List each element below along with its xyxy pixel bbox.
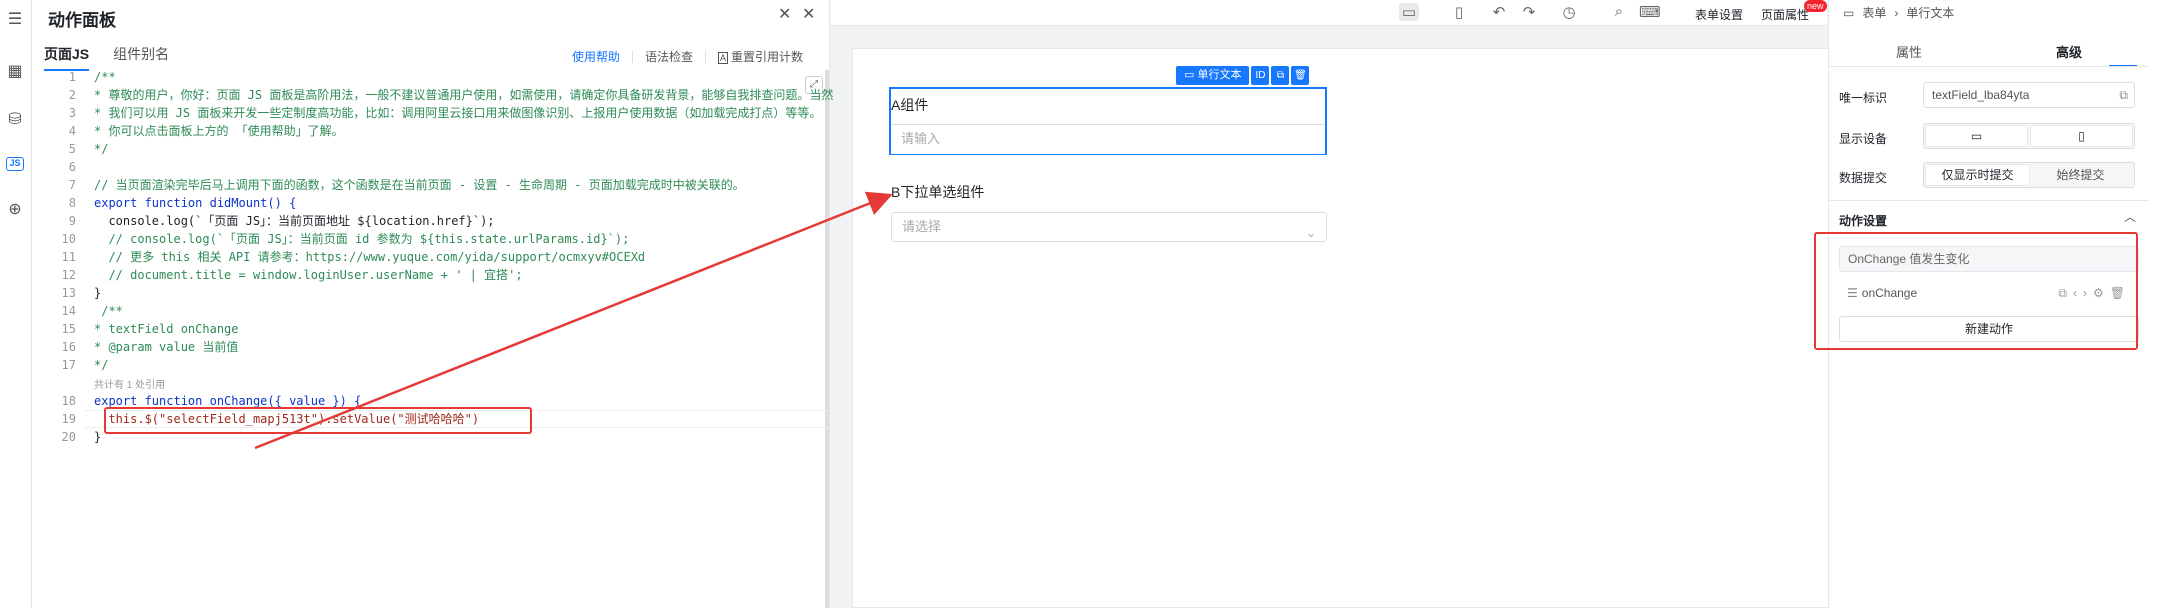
annotation-action-box: [1814, 232, 2138, 350]
code-line: 14 /**: [61, 304, 123, 318]
divider: [704, 50, 706, 63]
close-icon[interactable]: ✕: [802, 4, 815, 24]
code-editor[interactable]: 1/** 2 * 尊敬的用户，你好：页面 JS 面板是高阶用法，一般不建议普通用户…: [44, 68, 834, 608]
form-settings-button[interactable]: 表单设置: [1695, 6, 1743, 23]
field-a-input[interactable]: 请输入: [891, 124, 1325, 154]
display-device-toggle: ▭ ▯: [1923, 123, 2135, 149]
field-a-label: A组件: [891, 97, 929, 113]
desktop-icon[interactable]: ▭: [1399, 3, 1419, 21]
textfield-icon: ▭: [1184, 69, 1198, 81]
code-line: 15 * textField onChange: [61, 322, 239, 336]
chevron-right-icon: ›: [1894, 5, 1899, 20]
reset-ref-label: 重置引用计数: [730, 50, 803, 64]
code-line: 12 // document.title = window.loginUser.…: [61, 268, 523, 282]
unique-id-value: textField_lba84yta: [1932, 88, 2030, 102]
history-icon[interactable]: ◷: [1559, 3, 1579, 21]
undo-icon[interactable]: ↶: [1489, 3, 1509, 21]
top-toolbar: ▭ ▯ ↶ ↷ ◷ ⌕ ⌨ 表单设置 页面属性 new: [831, 0, 1827, 26]
left-icon-rail: ☰ ▦ ⛁ JS ⊕: [0, 0, 32, 608]
property-tabs: 属性 高级: [1829, 42, 2149, 67]
components-icon[interactable]: ▦: [5, 62, 25, 82]
code-line: 16 * @param value 当前值: [61, 340, 239, 354]
pin-icon[interactable]: ✕: [778, 4, 791, 24]
breadcrumb-item[interactable]: 表单: [1862, 4, 1886, 21]
search-icon[interactable]: ⌕: [1609, 3, 1629, 20]
chevron-up-icon[interactable]: ︿: [2124, 208, 2136, 225]
code-line: 2 * 尊敬的用户，你好：页面 JS 面板是高阶用法，一般不建议普通用户使用，如需…: [68, 88, 834, 102]
code-line: 9 console.log(`「页面 JS」：当前页面地址 ${location…: [68, 214, 495, 228]
code-line: 8 export function didMount() {: [68, 196, 297, 210]
tab-component-alias[interactable]: 组件别名: [113, 44, 169, 71]
component-type-label[interactable]: ▭ 单行文本: [1176, 66, 1250, 85]
reset-icon: A: [717, 52, 728, 64]
component-toolbar: ▭ 单行文本 ID ⧉ 🗑: [1176, 66, 1310, 85]
tab-advanced[interactable]: 高级: [1989, 42, 2149, 67]
code-line: 7// 当页面渲染完毕后马上调用下面的函数，这个函数是在当前页面 - 设置 - …: [68, 178, 745, 192]
js-icon[interactable]: JS: [6, 157, 24, 171]
redo-icon[interactable]: ↷: [1519, 3, 1539, 21]
outline-icon[interactable]: ☰: [5, 10, 25, 30]
reference-hint[interactable]: 共计有 1 处引用: [94, 376, 165, 391]
code-line: 11 // 更多 this 相关 API 请参考：https://www.yuq…: [61, 250, 646, 264]
field-b-placeholder: 请选择: [902, 219, 942, 234]
unique-id-field[interactable]: textField_lba84yta ⧉: [1923, 82, 2135, 108]
code-line: 5 */: [68, 142, 109, 156]
field-b-label: B下拉单选组件: [891, 184, 985, 200]
component-id-button[interactable]: ID: [1251, 66, 1270, 85]
annotation-code-box: [104, 407, 532, 434]
code-line: 6: [68, 160, 76, 174]
mobile-icon[interactable]: ▯: [2031, 126, 2132, 146]
copy-icon[interactable]: ⧉: [2119, 83, 2128, 107]
help-link[interactable]: 使用帮助: [572, 48, 620, 65]
code-line: 3 * 我们可以用 JS 面板来开发一些定制度高功能，比如：调用阿里云接口用来做图…: [68, 106, 822, 120]
datasource-icon[interactable]: ⛁: [5, 110, 25, 130]
new-badge: new: [1804, 0, 1827, 12]
lint-button[interactable]: 语法检查: [645, 48, 693, 65]
copy-icon[interactable]: ⧉: [1271, 66, 1290, 85]
submit-option-visible[interactable]: 仅显示时提交: [1926, 165, 2029, 185]
keyboard-icon[interactable]: ⌨: [1639, 3, 1661, 21]
chevron-down-icon: ⌄: [1305, 226, 1316, 240]
desktop-icon[interactable]: ▭: [1926, 126, 2027, 146]
page-props-button[interactable]: 页面属性: [1761, 6, 1809, 23]
divider: [1829, 200, 2149, 201]
data-submit-label: 数据提交: [1839, 171, 1888, 185]
globe-icon[interactable]: ⊕: [5, 200, 25, 220]
tab-page-js[interactable]: 页面JS: [44, 44, 90, 71]
breadcrumb: ▭ 表单 › 单行文本: [1843, 4, 1954, 21]
reset-ref-button[interactable]: A 重置引用计数: [717, 48, 803, 65]
code-line: 13}: [61, 286, 102, 300]
breadcrumb-item: 单行文本: [1906, 6, 1955, 20]
form-icon: ▭: [1843, 5, 1855, 20]
field-b-select[interactable]: 请选择 ⌄: [891, 212, 1327, 242]
panel-title: 动作面板: [48, 11, 116, 30]
component-type-text: 单行文本: [1197, 69, 1242, 81]
action-panel: 动作面板 ✕ ✕ 页面JS 组件别名 使用帮助 语法检查 A 重置引用计数 ⤢ 1…: [32, 0, 834, 608]
tab-properties[interactable]: 属性: [1829, 42, 1989, 67]
code-line: 1/**: [68, 70, 116, 84]
mobile-icon[interactable]: ▯: [1449, 3, 1469, 21]
panel-actions: 使用帮助 语法检查 A 重置引用计数: [572, 48, 803, 65]
data-submit-toggle: 仅显示时提交 始终提交: [1923, 162, 2135, 188]
panel-tabs: 页面JS 组件别名: [44, 44, 169, 71]
code-line: 4 * 你可以点击面板上方的 「使用帮助」了解。: [68, 124, 344, 138]
divider: [631, 50, 633, 63]
submit-option-always[interactable]: 始终提交: [2029, 165, 2132, 185]
display-device-label: 显示设备: [1839, 132, 1888, 146]
action-settings-title: 动作设置: [1839, 214, 1888, 228]
delete-icon[interactable]: 🗑: [1291, 66, 1310, 85]
code-line: 17 */: [61, 358, 109, 372]
code-line: 10 // console.log(`「页面 JS」：当前页面 id 参数为 $…: [61, 232, 630, 246]
divider: [1829, 66, 2149, 67]
unique-id-label: 唯一标识: [1839, 91, 1888, 105]
